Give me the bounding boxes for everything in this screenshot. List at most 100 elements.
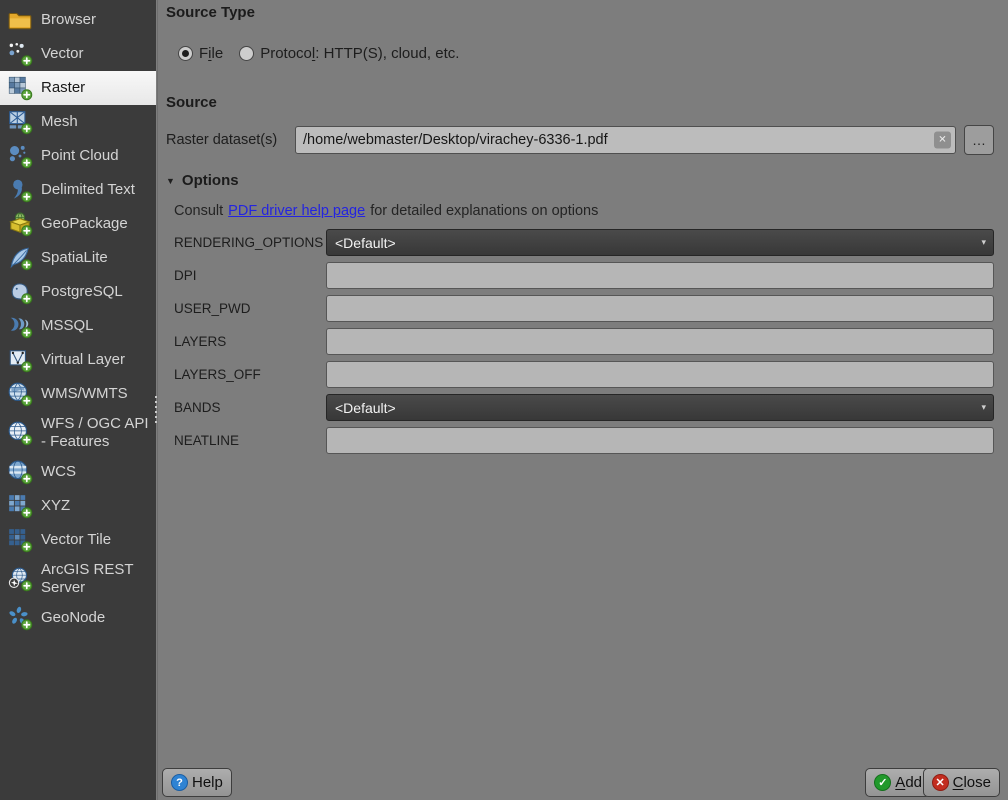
sidebar-item-label: Delimited Text [41, 181, 135, 199]
options-header-label: Options [182, 172, 239, 189]
layers-row: LAYERS [174, 328, 994, 355]
raster-dataset-row: Raster dataset(s) ✕ … [166, 125, 994, 155]
sidebar-item-mesh[interactable]: Mesh [0, 105, 156, 139]
pdf-driver-help-link[interactable]: PDF driver help page [228, 203, 365, 219]
layers-off-row: LAYERS_OFF [174, 361, 994, 388]
sidebar-item-point-cloud[interactable]: Point Cloud [0, 139, 156, 173]
sidebar-item-label: Raster [41, 79, 85, 97]
browse-button[interactable]: … [964, 125, 994, 155]
sidebar-item-label: GeoPackage [41, 215, 128, 233]
dpi-label: DPI [174, 268, 326, 283]
close-x-icon: ✕ [932, 774, 949, 791]
sidebar-item-label: XYZ [41, 497, 70, 515]
help-button-label: Help [192, 774, 223, 791]
dropdown-arrow-icon: ▾ [981, 237, 986, 248]
sidebar-item-raster[interactable]: Raster [0, 71, 156, 105]
xyz-tiles-icon [7, 493, 33, 519]
layers-input[interactable] [326, 328, 994, 355]
file-radio-option[interactable]: File [178, 45, 223, 62]
mesh-icon [7, 109, 33, 135]
protocol-radio-option[interactable]: Protocol: HTTP(S), cloud, etc. [239, 45, 459, 62]
layers-label: LAYERS [174, 334, 326, 349]
sidebar-item-mssql[interactable]: MSSQL [0, 309, 156, 343]
help-button[interactable]: ? Help [162, 768, 232, 797]
dpi-input[interactable] [326, 262, 994, 289]
sidebar-item-xyz[interactable]: XYZ [0, 489, 156, 523]
sidebar-item-label: ArcGIS REST Server [41, 561, 152, 597]
point-cloud-icon [7, 143, 33, 169]
feather-icon [7, 245, 33, 271]
raster-dataset-label: Raster dataset(s) [166, 132, 295, 148]
sidebar-item-spatialite[interactable]: SpatiaLite [0, 241, 156, 275]
virtual-layer-icon [7, 347, 33, 373]
sidebar-item-arcgis-rest-server[interactable]: ArcGIS REST Server [0, 557, 156, 601]
sidebar-item-wfs-ogc-api-features[interactable]: WFS / OGC API - Features [0, 411, 156, 455]
protocol-radio[interactable] [239, 46, 254, 61]
vector-points-icon [7, 41, 33, 67]
layers-off-input[interactable] [326, 361, 994, 388]
wcs-globe-icon [7, 459, 33, 485]
bands-row: BANDS <Default> ▾ [174, 394, 994, 421]
user-pwd-row: USER_PWD [174, 295, 994, 322]
sidebar-item-label: Browser [41, 11, 96, 29]
sidebar-item-label: Vector Tile [41, 531, 111, 549]
selected-value: <Default> [335, 400, 396, 416]
bands-select[interactable]: <Default> ▾ [326, 394, 994, 421]
layers-off-label: LAYERS_OFF [174, 367, 326, 382]
sidebar-item-wms-wmts[interactable]: WMS/WMTS [0, 377, 156, 411]
sidebar-item-browser[interactable]: Browser [0, 3, 156, 37]
neatline-input[interactable] [326, 427, 994, 454]
sidebar-item-postgresql[interactable]: PostgreSQL [0, 275, 156, 309]
elephant-icon [7, 279, 33, 305]
rendering-options-row: RENDERING_OPTIONS <Default> ▾ [174, 229, 994, 256]
sidebar-item-label: GeoNode [41, 609, 105, 627]
add-check-icon: ✓ [874, 774, 891, 791]
sidebar-item-label: Point Cloud [41, 147, 119, 165]
source-type-radio-group: File Protocol: HTTP(S), cloud, etc. [178, 45, 459, 62]
source-type-sidebar: Browser Vector Raster [0, 0, 156, 800]
vector-tile-icon [7, 527, 33, 553]
raster-dataset-input[interactable] [295, 126, 956, 154]
comma-icon [7, 177, 33, 203]
sidebar-item-label: PostgreSQL [41, 283, 123, 301]
data-source-manager-dialog: Browser Vector Raster [0, 0, 1008, 800]
sidebar-item-vector[interactable]: Vector [0, 37, 156, 71]
close-button[interactable]: ✕ Close [923, 768, 1000, 797]
source-header: Source [166, 94, 217, 111]
user-pwd-input[interactable] [326, 295, 994, 322]
sidebar-item-label: WCS [41, 463, 76, 481]
rendering-options-select[interactable]: <Default> ▾ [326, 229, 994, 256]
sidebar-item-label: WFS / OGC API - Features [41, 415, 152, 451]
geopackage-icon [7, 211, 33, 237]
options-collapsible-header[interactable]: ▼ Options [166, 172, 239, 189]
sidebar-item-virtual-layer[interactable]: Virtual Layer [0, 343, 156, 377]
add-button[interactable]: ✓ Add [865, 768, 931, 797]
geonode-pinwheel-icon [7, 605, 33, 631]
help-icon: ? [171, 774, 188, 791]
clear-input-icon[interactable]: ✕ [934, 132, 951, 149]
sidebar-item-delimited-text[interactable]: Delimited Text [0, 173, 156, 207]
close-button-label: Close [953, 774, 991, 791]
rendering-options-label: RENDERING_OPTIONS [174, 235, 326, 250]
dpi-row: DPI [174, 262, 994, 289]
arcgis-globe-icon [7, 566, 33, 592]
raster-source-panel: Source Type File Protocol: HTTP(S), clou… [157, 0, 1008, 800]
sidebar-item-geonode[interactable]: GeoNode [0, 601, 156, 635]
neatline-label: NEATLINE [174, 433, 326, 448]
sidebar-item-wcs[interactable]: WCS [0, 455, 156, 489]
source-type-header: Source Type [166, 4, 255, 21]
sidebar-item-label: WMS/WMTS [41, 385, 128, 403]
neatline-row: NEATLINE [174, 427, 994, 454]
sidebar-item-vector-tile[interactable]: Vector Tile [0, 523, 156, 557]
consult-help-line: Consult PDF driver help page for detaile… [174, 203, 598, 219]
sidebar-item-geopackage[interactable]: GeoPackage [0, 207, 156, 241]
bands-label: BANDS [174, 400, 326, 415]
sidebar-item-label: SpatiaLite [41, 249, 108, 267]
folder-icon [7, 7, 33, 33]
sidebar-item-label: MSSQL [41, 317, 94, 335]
wfs-globe-icon [7, 420, 33, 446]
file-radio[interactable] [178, 46, 193, 61]
consult-prefix: Consult [174, 203, 223, 219]
raster-icon [7, 75, 33, 101]
mssql-waves-icon [7, 313, 33, 339]
